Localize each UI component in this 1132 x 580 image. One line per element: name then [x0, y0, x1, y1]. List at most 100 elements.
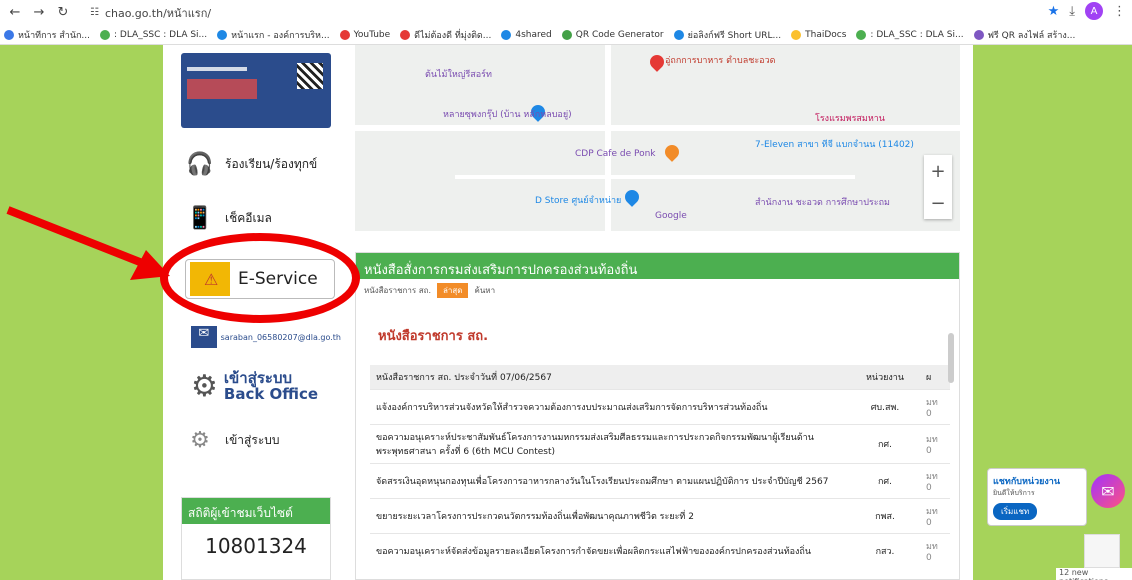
bookmark-icon [973, 29, 984, 40]
documents-table: หนังสือราชการ สถ. ประจำวันที่ 07/06/2567… [370, 365, 950, 568]
table-row[interactable]: จัดสรรเงินอุดหนุนกองทุนเพื่อโครงการอาหาร… [370, 463, 950, 499]
map-pin-icon[interactable] [662, 142, 682, 162]
map[interactable]: ต้นไม้ใหญ่รีสอร์ท อู่ถกการบาหาร ตำบลชะอว… [355, 45, 960, 231]
bookmark-item[interactable]: ย่อลิงก์ฟรี Short URL... [673, 28, 782, 42]
map-zoom-control: + − [924, 155, 952, 219]
banner-block [187, 79, 257, 99]
annotation-circle [160, 233, 360, 323]
document-heading: หนังสือราชการ สถ. [378, 329, 489, 344]
qr-code-icon [297, 63, 323, 89]
back-icon[interactable]: ← [6, 4, 24, 22]
browser-toolbar: ← → ↻ ☷ chao.go.th/หน้าแรก/ ★ ⤓ A ⋮ [0, 0, 1132, 25]
table-row[interactable]: แจ้งองค์การบริหารส่วนจังหวัดให้สำรวจความ… [370, 389, 950, 425]
bookmark-label: ย่อลิงก์ฟรี Short URL... [687, 30, 782, 41]
chat-widget[interactable]: แชทกับหน่วยงาน ยินดีให้บริการ เริ่มแชท ✉ [987, 468, 1125, 526]
bookmark-item[interactable]: : DLA_SSC : DLA Si... [856, 29, 964, 40]
tab-search[interactable]: ค้นหา [474, 284, 495, 297]
site-info-icon[interactable]: ☷ [90, 7, 99, 18]
zoom-in-button[interactable]: + [924, 155, 952, 187]
bookmark-star-icon[interactable]: ★ [1048, 4, 1060, 19]
bookmark-icon [339, 29, 350, 40]
bookmark-item[interactable]: ThaiDocs [791, 29, 847, 40]
backoffice-line-2: Back Office [223, 385, 319, 403]
download-icon[interactable]: ⤓ [1069, 4, 1075, 19]
map-label: โรงแรมพรสมหาน [815, 114, 885, 124]
bookmark-label: หน้าทีการ สำนัก... [18, 30, 90, 41]
email-address: saraban_06580207@dla.go.th [220, 332, 341, 342]
bookmark-label: ฟรี QR ลงไฟล์ สร้าง... [987, 30, 1076, 41]
scrollbar-thumb[interactable] [948, 333, 954, 383]
bookmark-icon [217, 29, 228, 40]
document-title-cell[interactable]: ขอความอนุเคราะห์จัดส่งข้อมูลรายละเอียดโค… [370, 533, 850, 568]
map-label: 7-Eleven สาขา ทีจี แบกจำนน (11402) [755, 140, 914, 150]
bookmark-icon [4, 29, 14, 40]
chat-card: แชทกับหน่วยงาน ยินดีให้บริการ เริ่มแชท [987, 468, 1087, 526]
menu-icon[interactable]: ⋮ [1113, 4, 1126, 19]
recaptcha-badge[interactable] [1084, 534, 1120, 568]
stats-count: 10801324 [205, 534, 307, 558]
bookmark-icon [561, 29, 572, 40]
bookmark-label: ThaiDocs [805, 29, 847, 40]
document-title-cell[interactable]: ขยายระยะเวลาโครงการประกวดนวัตกรรมท้องถิ่… [370, 498, 850, 534]
headset-icon: 🎧 [186, 151, 214, 177]
bookmark-label: 4shared [515, 29, 552, 40]
forward-icon[interactable]: → [30, 4, 48, 22]
map-road [455, 175, 855, 179]
map-label: D Store ศูนย์จำหน่าย [535, 196, 622, 206]
backoffice-label: เข้าสู่ระบบ Back Office [224, 370, 318, 402]
zoom-out-button[interactable]: − [924, 187, 952, 219]
scrollbar[interactable] [948, 303, 956, 453]
backoffice-link[interactable]: ⚙ เข้าสู่ระบบ Back Office [191, 363, 341, 409]
map-pin-icon[interactable] [622, 187, 642, 207]
map-label: อู่ถกการบาหาร ตำบลชะอวด [665, 56, 776, 66]
document-title-cell[interactable]: ขอความอนุเคราะห์ประชาสัมพันธ์โครงการงานม… [370, 424, 850, 464]
ita-banner[interactable] [181, 53, 331, 128]
unit-cell: กศ. [850, 424, 920, 464]
panel-title: หนังสือสั่งการกรมส่งเสริมการปกครองส่วนท้… [356, 253, 959, 279]
tab-documents[interactable]: หนังสือราชการ สถ. [364, 284, 431, 297]
bookmark-item[interactable]: YouTube [339, 29, 391, 40]
messenger-icon[interactable]: ✉ [1091, 474, 1125, 508]
bookmark-item[interactable]: หน้าทีการ สำนัก... [4, 28, 90, 42]
email-link[interactable]: ✉ saraban_06580207@dla.go.th [191, 323, 341, 351]
bookmark-label: YouTube [353, 29, 391, 40]
address-bar[interactable]: ☷ chao.go.th/หน้าแรก/ [82, 3, 219, 23]
bookmark-label: ดีไม่ต้องดี ที่มุ่งติด... [414, 30, 492, 41]
notification-toast: 12 new notifications [1056, 568, 1132, 580]
tab-latest[interactable]: ล่าสุด [437, 282, 469, 298]
bookmark-icon [400, 29, 411, 40]
complaint-link[interactable]: 🎧 ร้องเรียน/ร้องทุกข์ [181, 141, 331, 187]
reload-icon[interactable]: ↻ [54, 4, 72, 22]
bookmark-item[interactable]: 4shared [501, 29, 552, 40]
ref-cell: มท 0 [920, 533, 950, 568]
login-label: เข้าสู่ระบบ [225, 432, 280, 447]
banner-stripe [187, 67, 247, 71]
url-text: chao.go.th/หน้าแรก/ [104, 6, 212, 20]
bookmarks-bar: หน้าทีการ สำนัก... : DLA_SSC : DLA Si... ห… [0, 25, 1132, 45]
table-row[interactable]: ขยายระยะเวลาโครงการประกวดนวัตกรรมท้องถิ่… [370, 498, 950, 534]
table-row[interactable]: ขอความอนุเคราะห์ประชาสัมพันธ์โครงการงานม… [370, 424, 950, 464]
document-title-cell[interactable]: แจ้งองค์การบริหารส่วนจังหวัดให้สำรวจความ… [370, 389, 850, 425]
visitor-stats: สถิติผู้เข้าชมเว็บไซต์ 10801324 [181, 497, 331, 580]
map-label: หลายซุพงกรุ๊ป (บ้าน หลักหลบอยู่) [443, 110, 572, 120]
ref-cell: มท 0 [920, 389, 950, 425]
start-chat-button[interactable]: เริ่มแชท [993, 503, 1038, 520]
bookmark-icon [673, 29, 684, 40]
bookmark-item[interactable]: หน้าแรก - องค์การบริห... [217, 28, 330, 42]
login-link[interactable]: ⚙ เข้าสู่ระบบ [181, 417, 331, 463]
document-list[interactable]: หนังสือราชการ สถ. หนังสือราชการ สถ. ประจ… [356, 301, 959, 579]
bookmark-item[interactable]: QR Code Generator [561, 29, 664, 40]
avatar[interactable]: A [1085, 2, 1103, 20]
map-pin-icon[interactable] [647, 52, 667, 72]
map-label: Google [655, 211, 687, 221]
table-row[interactable]: ขอความอนุเคราะห์จัดส่งข้อมูลรายละเอียดโค… [370, 533, 950, 568]
bookmark-item[interactable]: : DLA_SSC : DLA Si... [100, 29, 208, 40]
bookmark-item[interactable]: ดีไม่ต้องดี ที่มุ่งติด... [400, 28, 491, 42]
document-title-cell[interactable]: จัดสรรเงินอุดหนุนกองทุนเพื่อโครงการอาหาร… [370, 463, 850, 499]
chat-subtitle: ยินดีให้บริการ [993, 489, 1035, 497]
bookmark-label: : DLA_SSC : DLA Si... [114, 29, 208, 40]
bookmark-item[interactable]: ฟรี QR ลงไฟล์ สร้าง... [973, 28, 1076, 42]
gear-icon: ⚙ [190, 427, 210, 453]
stats-title: สถิติผู้เข้าชมเว็บไซต์ [182, 498, 330, 524]
toolbar-actions: ★ ⤓ A ⋮ [1048, 2, 1126, 20]
